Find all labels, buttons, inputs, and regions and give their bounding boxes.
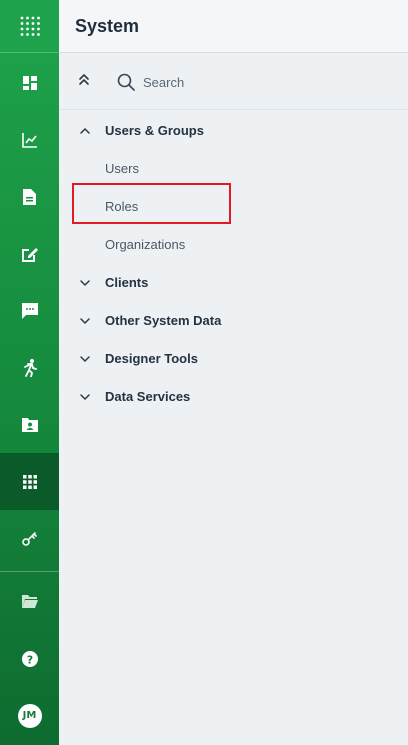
app-launcher-button[interactable] (0, 0, 59, 53)
tree-group-other-system-data[interactable]: Other System Data (59, 307, 408, 335)
chevron-down-icon (80, 356, 90, 363)
tree-group-clients[interactable]: Clients (59, 269, 408, 297)
tree-group-label: Clients (105, 275, 149, 290)
rail-divider (0, 571, 59, 572)
double-chevron-up-icon (79, 74, 89, 85)
analytics-chart-icon (21, 132, 37, 148)
tree-item-label: Organizations (105, 237, 186, 252)
tree-item-roles[interactable]: Roles (59, 193, 408, 221)
app-grid-icon (20, 16, 40, 36)
page-title: System (75, 16, 140, 36)
rail-chat-button[interactable] (0, 282, 59, 339)
tree-group-label: Data Services (105, 389, 191, 404)
running-person-icon (23, 358, 37, 377)
chevron-up-icon (80, 127, 90, 134)
rail-dashboard-button[interactable] (0, 54, 59, 111)
chevron-down-icon (80, 280, 90, 287)
search-input[interactable]: Search (117, 70, 184, 94)
panel-header: System (59, 0, 408, 53)
chat-icon (21, 302, 38, 319)
tree-item-organizations[interactable]: Organizations (59, 231, 408, 259)
tree-group-label: Designer Tools (105, 351, 198, 366)
tree-group-designer-tools[interactable]: Designer Tools (59, 345, 408, 373)
collapse-all-button[interactable] (77, 72, 95, 90)
key-icon (21, 531, 37, 546)
tree-item-label: Users (105, 161, 139, 176)
document-icon (23, 188, 36, 205)
rail-help-button[interactable]: ? (0, 630, 59, 687)
search-placeholder: Search (143, 74, 185, 90)
avatar: JM (17, 703, 42, 728)
help-icon: ? (21, 650, 38, 667)
rail-activity-button[interactable] (0, 339, 59, 396)
svg-text:?: ? (26, 653, 32, 666)
tree-group-label: Other System Data (105, 313, 222, 328)
rail-security-button[interactable] (0, 510, 59, 567)
rail-documents-button[interactable] (0, 168, 59, 225)
rail-edit-button[interactable] (0, 225, 59, 282)
panel-toolbar: Search (59, 54, 408, 110)
system-grid-icon (22, 474, 37, 489)
tree-item-users[interactable]: Users (59, 155, 408, 183)
left-navigation-rail: ? JM (0, 0, 59, 745)
system-panel: System Search Users & Groups Users Roles… (59, 0, 408, 745)
rail-system-button[interactable] (0, 453, 59, 510)
tree-group-label: Users & Groups (105, 123, 204, 138)
rail-contacts-button[interactable] (0, 396, 59, 453)
edit-note-icon (21, 247, 38, 262)
chevron-down-icon (80, 394, 90, 401)
rail-files-button[interactable] (0, 573, 59, 630)
tree-group-data-services[interactable]: Data Services (59, 383, 408, 411)
search-icon (117, 73, 135, 91)
contact-folder-icon (21, 417, 38, 432)
chevron-down-icon (80, 318, 90, 325)
folder-icon (21, 595, 38, 608)
dashboard-icon (22, 75, 37, 90)
user-avatar-button[interactable]: JM (0, 687, 59, 744)
rail-analytics-button[interactable] (0, 111, 59, 168)
tree-item-label: Roles (105, 199, 139, 214)
tree-group-users-groups[interactable]: Users & Groups (59, 117, 408, 145)
